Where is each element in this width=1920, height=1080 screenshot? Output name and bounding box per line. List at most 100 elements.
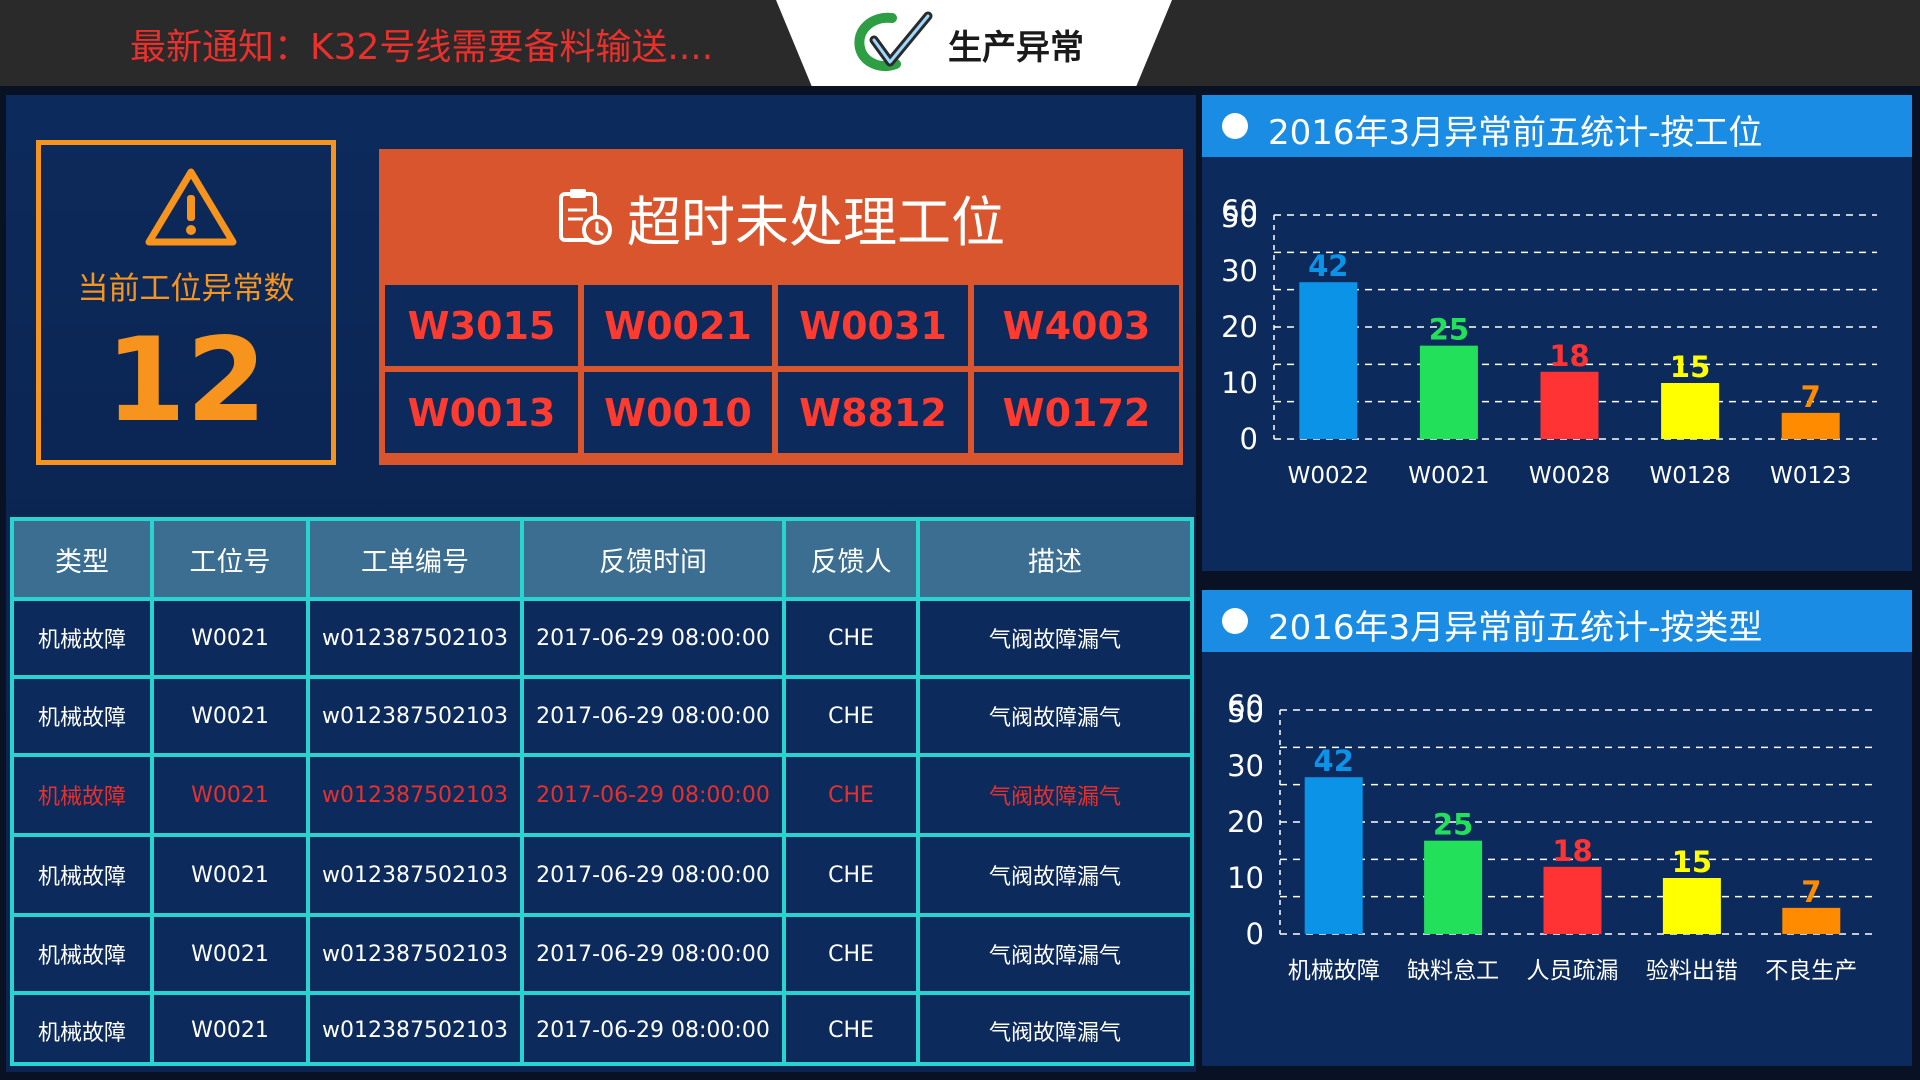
x-category-label: 验料出错 — [1646, 958, 1738, 984]
bar[interactable] — [1661, 383, 1720, 439]
timeout-header: 超时未处理工位 — [379, 149, 1183, 285]
cell-type: 机械故障 — [14, 679, 154, 753]
cell-feedback-time: 2017-06-29 08:00:00 — [524, 837, 786, 913]
bar-value-label: 42 — [1314, 744, 1354, 778]
clipboard-timer-icon — [559, 189, 612, 245]
y-tick-label: 10 — [1227, 861, 1264, 895]
bar[interactable] — [1304, 777, 1363, 934]
top-bar: 最新通知：K32号线需要备料输送.... 生产异常 — [0, 0, 1920, 86]
bar-value-label: 7 — [1801, 380, 1821, 414]
cell-station: W0021 — [154, 917, 310, 991]
x-category-label: W0128 — [1649, 463, 1730, 489]
cell-order-no: w012387502103 — [310, 837, 524, 913]
y-tick-label: 0 — [1240, 422, 1258, 456]
column-header-description[interactable]: 描述 — [920, 521, 1190, 597]
table-row[interactable]: 机械故障 W0021 w012387502103 2017-06-29 08:00:0… — [14, 675, 1190, 753]
timeout-station[interactable]: W0031 — [778, 285, 968, 366]
y-tick-label: 20 — [1227, 805, 1264, 839]
cell-description: 气阀故障漏气 — [988, 785, 1121, 810]
main-panel: 当前工位异常数 12 超时未处理工位 W3015 W0021 W0031 W40… — [6, 95, 1196, 1072]
cell-type: 机械故障 — [14, 995, 154, 1066]
chart-header: 2016年3月异常前五统计-按类型 — [1202, 590, 1912, 652]
timeout-station[interactable]: W0013 — [385, 372, 578, 453]
x-category-label: W0028 — [1529, 463, 1610, 489]
cell-type: 机械故障 — [14, 601, 154, 675]
cell-order-no: w012387502103 — [310, 917, 524, 991]
cell-feedback-time: 2017-06-29 08:00:00 — [524, 917, 786, 991]
table-row[interactable]: 机械故障 W0021 w012387502103 2017-06-29 08:00:0… — [14, 833, 1190, 913]
cell-station: W0021 — [154, 837, 310, 913]
column-header-reporter[interactable]: 反馈人 — [786, 521, 920, 597]
bar-value-label: 18 — [1549, 339, 1589, 373]
timeout-station[interactable]: W3015 — [385, 285, 578, 366]
cell-order-no: w012387502103 — [310, 757, 524, 833]
timeout-station[interactable]: W8812 — [778, 372, 968, 453]
cell-reporter: CHE — [786, 601, 920, 675]
y-tick-label: 30 — [1221, 254, 1258, 288]
x-category-label: W0123 — [1770, 463, 1851, 489]
cell-station: W0021 — [154, 601, 310, 675]
timeout-station[interactable]: W0021 — [584, 285, 772, 366]
x-category-label: 机械故障 — [1288, 958, 1380, 984]
timeout-station-grid: W3015 W0021 W0031 W4003 W0013 W0010 W881… — [385, 285, 1179, 459]
x-category-label: W0022 — [1288, 463, 1369, 489]
bar[interactable] — [1299, 282, 1358, 439]
cell-order-no: w012387502103 — [310, 995, 524, 1066]
cell-reporter: CHE — [786, 917, 920, 991]
y-tick-label: 20 — [1221, 310, 1258, 344]
y-tick-label: 0 — [1246, 917, 1264, 951]
bar-value-label: 7 — [1801, 875, 1821, 909]
cell-description: 气阀故障漏气 — [988, 706, 1121, 731]
timeout-station[interactable]: W0172 — [974, 372, 1179, 453]
chart-title: 2016年3月异常前五统计-按类型 — [1268, 608, 1763, 648]
chart-panel-by-station: 2016年3月异常前五统计-按工位 0 10 20 30 50 60 42 W0022 25 W0… — [1202, 95, 1912, 571]
column-header-feedback-time[interactable]: 反馈时间 — [524, 521, 786, 597]
bar-value-label: 25 — [1429, 313, 1469, 347]
bullet-dot-icon — [1222, 113, 1248, 139]
x-category-label: W0021 — [1408, 463, 1489, 489]
cell-description: 气阀故障漏气 — [988, 1020, 1121, 1046]
cell-description: 气阀故障漏气 — [988, 944, 1121, 969]
count-value: 12 — [105, 313, 267, 448]
column-header-order-no[interactable]: 工单编号 — [310, 521, 524, 597]
bar-value-label: 18 — [1552, 834, 1592, 868]
bar[interactable] — [1424, 840, 1483, 934]
table-row[interactable]: 机械故障 W0021 w012387502103 2017-06-29 08:00:0… — [14, 753, 1190, 833]
table-row[interactable]: 机械故障 W0021 w012387502103 2017-06-29 08:00:0… — [14, 597, 1190, 675]
y-tick-label: 30 — [1227, 749, 1264, 783]
column-header-type[interactable]: 类型 — [14, 521, 154, 597]
notice-ticker[interactable]: 最新通知：K32号线需要备料输送.... — [130, 18, 713, 70]
cell-description: 气阀故障漏气 — [988, 628, 1121, 653]
table-row[interactable]: 机械故障 W0021 w012387502103 2017-06-29 08:00:0… — [14, 991, 1190, 1066]
table-row[interactable]: 机械故障 W0021 w012387502103 2017-06-29 08:00:0… — [14, 913, 1190, 991]
x-category-label: 不良生产 — [1765, 958, 1857, 984]
cell-reporter: CHE — [786, 757, 920, 833]
cell-order-no: w012387502103 — [310, 679, 524, 753]
chart-header: 2016年3月异常前五统计-按工位 — [1202, 95, 1912, 157]
bar[interactable] — [1782, 907, 1841, 934]
bar-chart-by-station: 0102030506042W002225W002118W002815W01287… — [1221, 194, 1877, 489]
cell-reporter: CHE — [786, 679, 920, 753]
y-tick-label: 10 — [1221, 366, 1258, 400]
chart-title: 2016年3月异常前五统计-按工位 — [1268, 113, 1763, 153]
timeout-station[interactable]: W0010 — [584, 372, 772, 453]
anomaly-table: 类型 工位号 工单编号 反馈时间 反馈人 描述 机械故障 W0021 w012387… — [10, 517, 1194, 1066]
count-label: 当前工位异常数 — [77, 271, 295, 307]
bar-value-label: 25 — [1433, 808, 1473, 842]
bar[interactable] — [1543, 866, 1602, 934]
bar[interactable] — [1662, 878, 1721, 934]
bar[interactable] — [1781, 412, 1840, 439]
cell-feedback-time: 2017-06-29 08:00:00 — [524, 601, 786, 675]
timeout-station[interactable]: W4003 — [974, 285, 1179, 366]
bullet-dot-icon — [1222, 608, 1248, 634]
bar-value-label: 15 — [1672, 845, 1712, 879]
bar[interactable] — [1419, 345, 1478, 439]
brand-title: 生产异常 — [948, 28, 1084, 68]
column-header-station[interactable]: 工位号 — [154, 521, 310, 597]
cell-station: W0021 — [154, 757, 310, 833]
y-tick-label: 60 — [1227, 689, 1264, 723]
bar[interactable] — [1540, 371, 1599, 439]
y-tick-label: 60 — [1221, 194, 1258, 228]
cell-description: 气阀故障漏气 — [988, 865, 1121, 890]
check-logo-icon — [854, 11, 933, 71]
